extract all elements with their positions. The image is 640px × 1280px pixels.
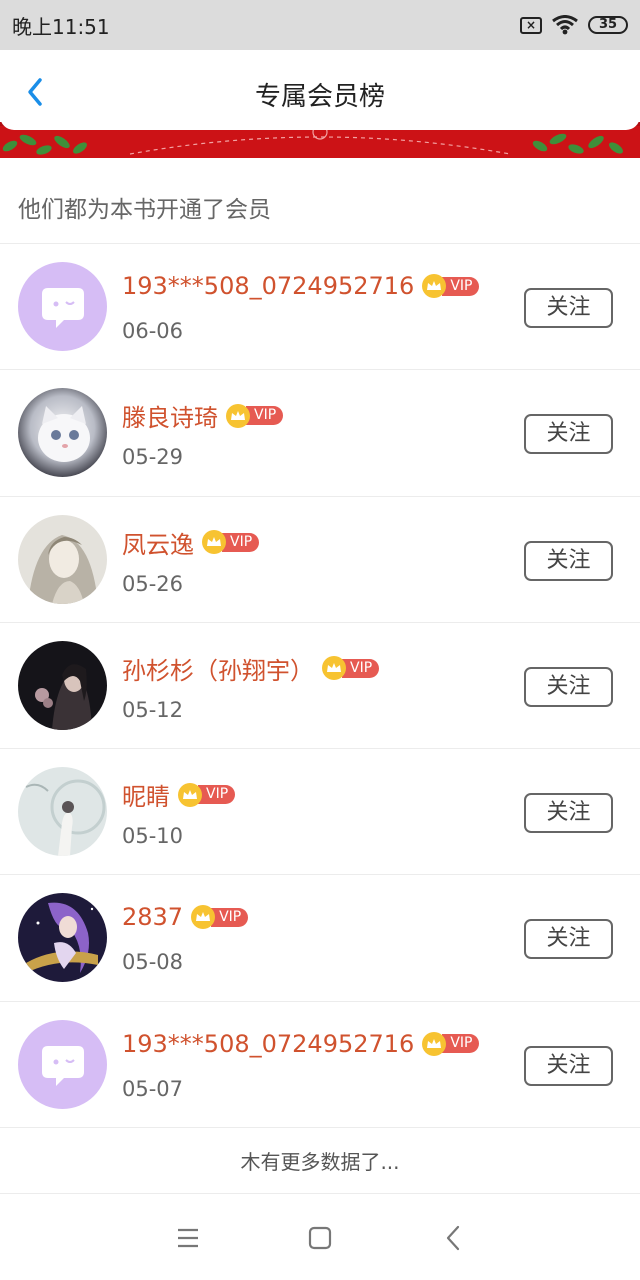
purple-anime-girl-icon (18, 893, 107, 983)
list-item: 193***508_0724952716 VIP 05-07 关注 (0, 1002, 640, 1129)
avatar[interactable] (18, 640, 107, 730)
home-square-icon (308, 1226, 332, 1250)
battery-indicator: 35 (588, 16, 628, 34)
vip-label: VIP (342, 658, 380, 678)
vip-label: VIP (222, 532, 260, 552)
follow-button[interactable]: 关注 (524, 919, 613, 960)
section-title: 他们都为本书开通了会员 (0, 158, 640, 244)
list-item: 滕良诗琦 VIP 05-29 关注 (0, 370, 640, 497)
join-date: 06-06 (122, 319, 184, 343)
follow-button[interactable]: 关注 (524, 414, 613, 455)
default-chat-avatar-icon (18, 1019, 107, 1109)
avatar[interactable] (18, 1019, 107, 1109)
pale-figure-photo-icon (18, 767, 107, 857)
nav-home-button[interactable] (302, 1220, 338, 1256)
crown-icon (178, 782, 202, 807)
avatar[interactable] (18, 893, 107, 983)
menu-icon (178, 1228, 198, 1248)
illustrated-woman-portrait-icon (18, 514, 107, 604)
follow-button[interactable]: 关注 (524, 288, 613, 328)
name-line: 孙杉杉（孙翔宇） VIP (122, 651, 380, 686)
top-header: 专属会员榜 (0, 50, 640, 130)
crown-icon (226, 403, 250, 428)
follow-button[interactable]: 关注 (524, 540, 613, 581)
no-sim-icon: × (520, 16, 542, 34)
join-date: 05-08 (122, 950, 184, 975)
join-date: 05-26 (122, 571, 184, 596)
dark-portrait-photo-icon (18, 640, 107, 730)
vip-label: VIP (442, 276, 480, 296)
follow-button[interactable]: 关注 (524, 1045, 613, 1086)
system-nav-bar (0, 1196, 640, 1280)
vip-label: VIP (198, 785, 236, 805)
member-list: 193***508_0724952716 VIP 06-06 关注 滕良诗琦 V… (0, 244, 640, 1129)
member-name[interactable]: 凤云逸 (122, 525, 194, 560)
avatar[interactable] (18, 262, 107, 351)
page-title: 专属会员榜 (254, 82, 385, 112)
member-name[interactable]: 193***508_0724952716 (122, 272, 414, 300)
join-date: 05-12 (122, 697, 184, 722)
name-line: 凤云逸 VIP (122, 525, 260, 560)
member-name[interactable]: 昵睛 (122, 777, 170, 812)
vip-badge: VIP (422, 1031, 480, 1056)
member-name[interactable]: 193***508_0724952716 (122, 1030, 414, 1058)
join-date: 05-29 (122, 445, 184, 470)
join-date: 05-10 (122, 824, 184, 849)
crown-icon (422, 1031, 447, 1056)
name-line: 2837 VIP (122, 903, 249, 931)
list-item: 昵睛 VIP 05-10 关注 (0, 749, 640, 876)
vip-badge: VIP (322, 656, 380, 681)
list-item: 2837 VIP 05-08 关注 (0, 875, 640, 1002)
status-time: 晚上11:51 (12, 14, 110, 39)
vip-label: VIP (211, 907, 249, 927)
vip-badge: VIP (202, 530, 260, 555)
name-line: 193***508_0724952716 VIP (122, 272, 480, 300)
vip-badge: VIP (191, 905, 249, 930)
follow-button[interactable]: 关注 (524, 793, 613, 834)
member-name[interactable]: 2837 (122, 903, 183, 931)
vip-label: VIP (442, 1034, 480, 1054)
nav-menu-button[interactable] (170, 1220, 206, 1256)
avatar[interactable] (18, 388, 107, 478)
vip-badge: VIP (422, 274, 480, 298)
member-name[interactable]: 滕良诗琦 (122, 398, 218, 433)
list-item: 孙杉杉（孙翔宇） VIP 05-12 关注 (0, 623, 640, 750)
member-name[interactable]: 孙杉杉（孙翔宇） (122, 651, 314, 686)
default-chat-avatar-icon (18, 262, 107, 351)
wifi-icon (552, 15, 578, 35)
name-line: 昵睛 VIP (122, 777, 236, 812)
name-line: 193***508_0724952716 VIP (122, 1030, 480, 1058)
list-item: 193***508_0724952716 VIP 06-06 关注 (0, 244, 640, 371)
nav-back-button[interactable] (436, 1220, 472, 1256)
status-icons: × 35 (520, 15, 628, 35)
follow-button[interactable]: 关注 (524, 666, 613, 707)
status-bar: 晚上11:51 × 35 (0, 0, 640, 50)
avatar[interactable] (18, 767, 107, 857)
crown-icon (202, 530, 226, 555)
name-line: 滕良诗琦 VIP (122, 398, 284, 433)
vip-badge: VIP (178, 782, 236, 807)
avatar[interactable] (18, 514, 107, 604)
white-kitten-photo-icon (18, 388, 107, 478)
vip-label: VIP (246, 406, 284, 426)
vip-badge: VIP (226, 403, 284, 428)
no-more-data-text: 木有更多数据了... (0, 1130, 640, 1194)
list-item: 凤云逸 VIP 05-26 关注 (0, 497, 640, 623)
back-triangle-icon (446, 1225, 460, 1251)
join-date: 05-07 (122, 1076, 184, 1101)
